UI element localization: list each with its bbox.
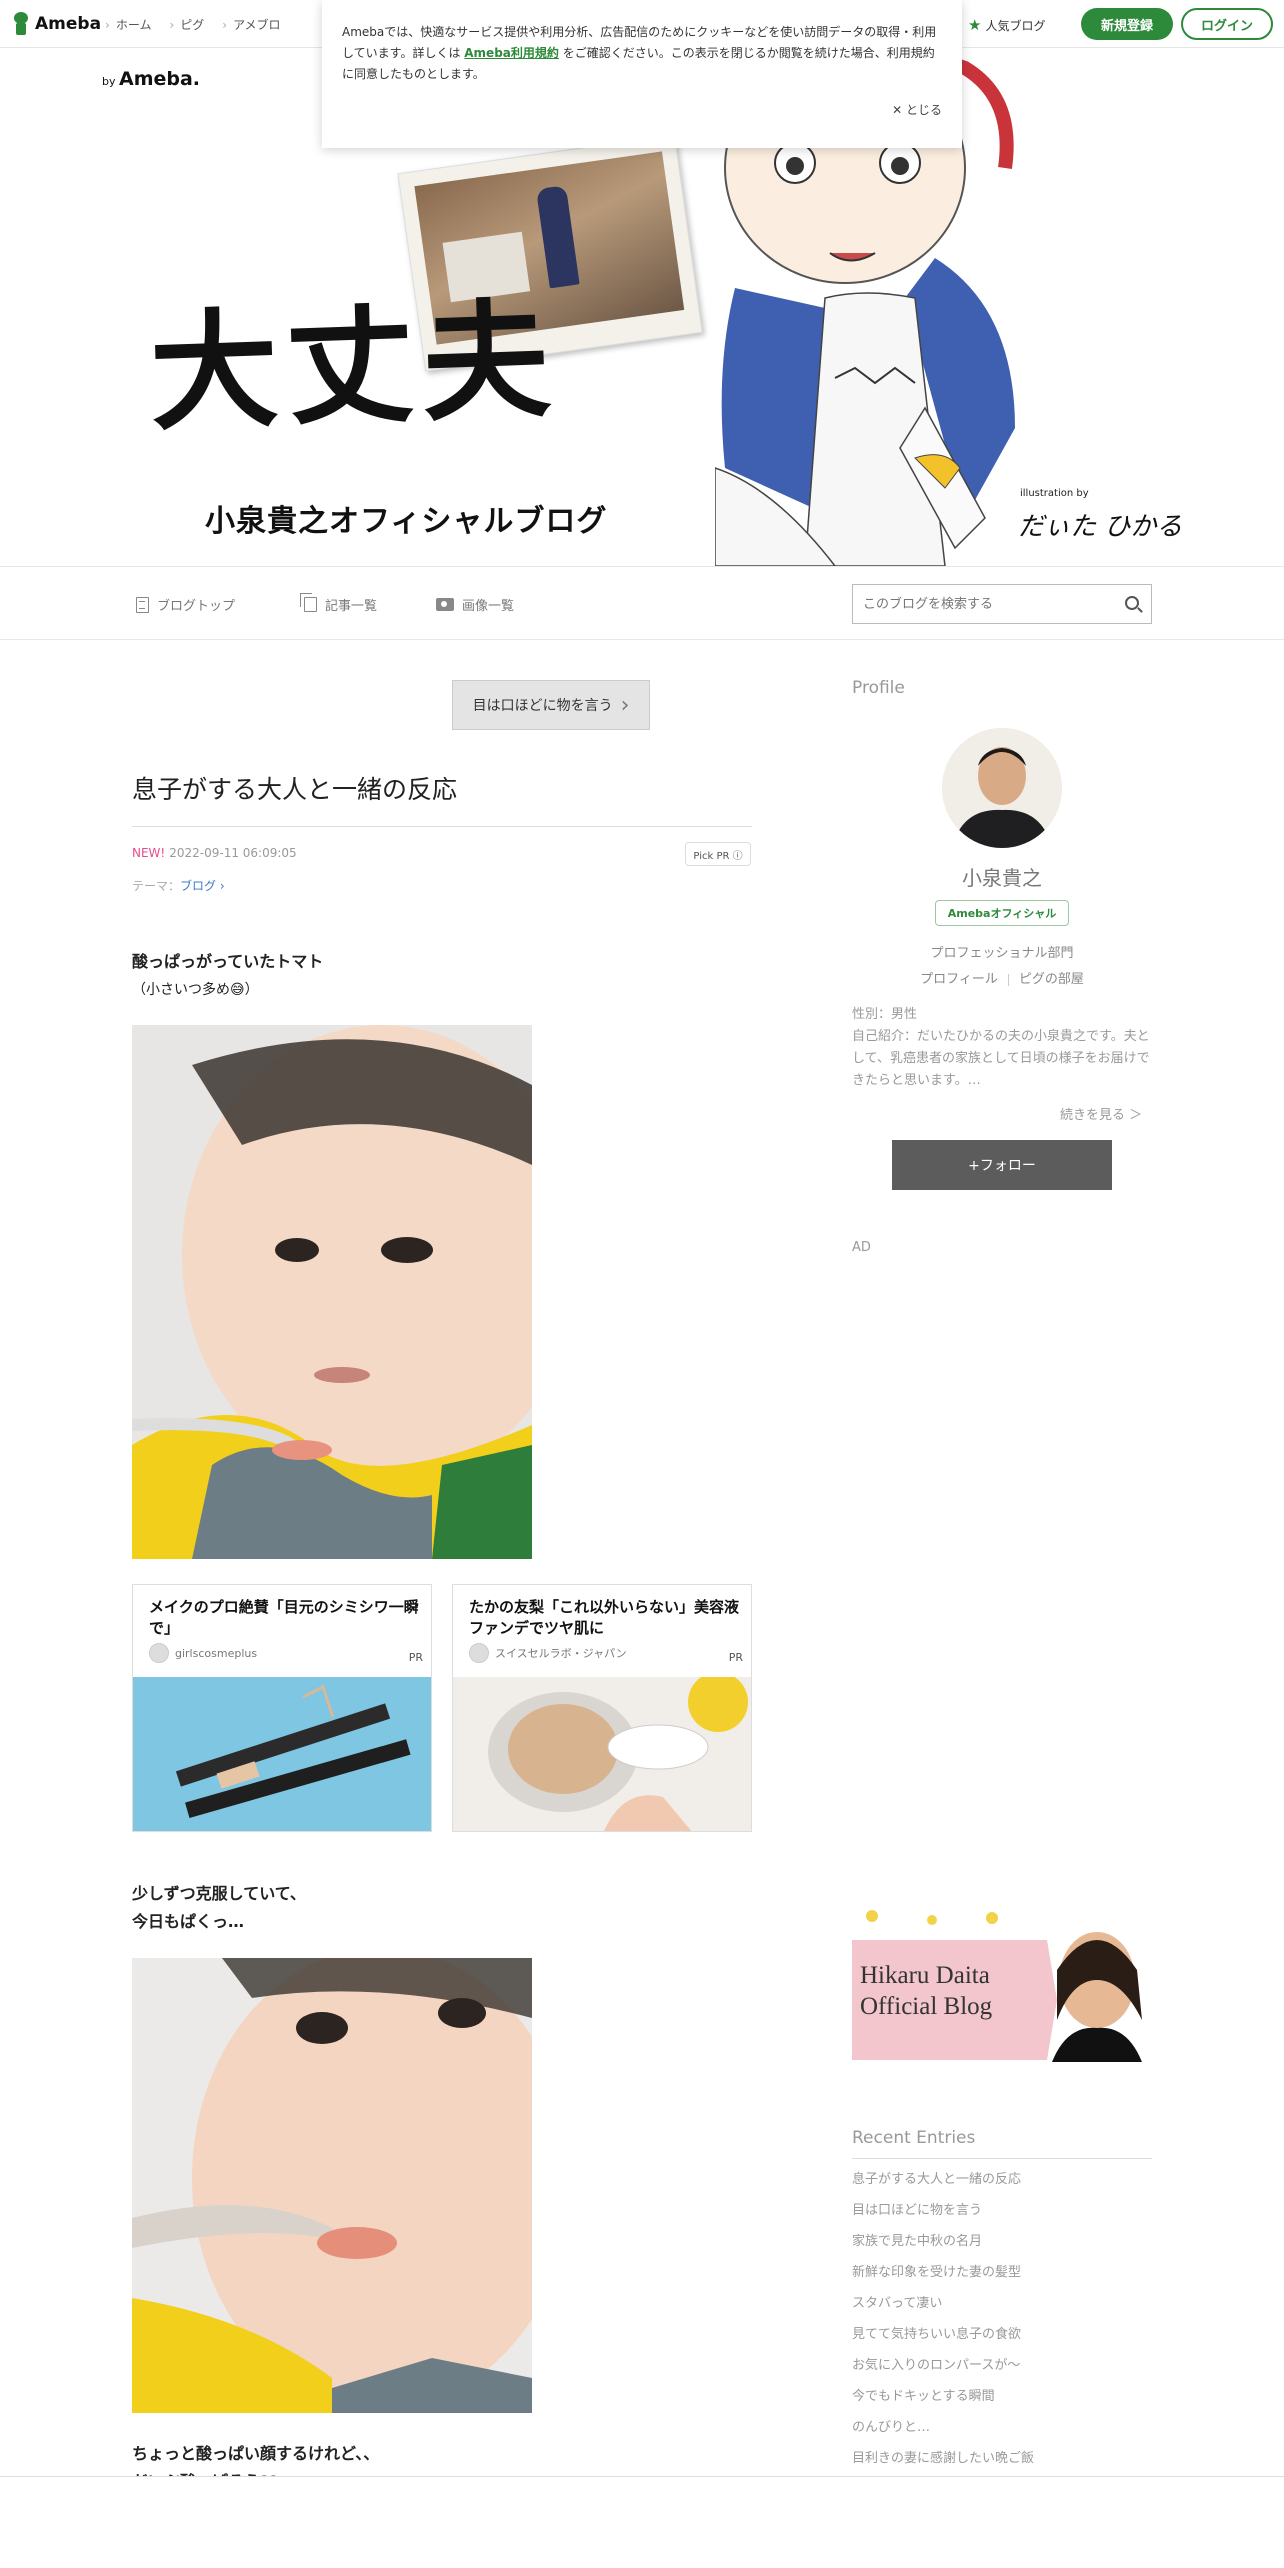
ad-card-2[interactable]: たかの友梨「これ以外いらない」美容液ファンデでツヤ肌に スイスセルラボ・ジャパン… [452,1584,752,1832]
hikaru-daita-blog-banner[interactable]: Hikaru Daita Official Blog [852,1910,1152,2062]
recent-entry-link[interactable]: お気に入りのロンパースが〜 [852,2354,1152,2385]
camera-icon [436,598,454,611]
illustrator-signature: だぃた ひかる [1018,512,1183,542]
follow-button[interactable]: +フォロー [892,1140,1112,1190]
ad-title: メイクのプロ絶賛「目元のシミシワ一瞬で」 [149,1598,419,1637]
read-more-link[interactable]: 続きを見る ＞ [1060,1104,1142,1123]
nav-entry-list[interactable]: 記事一覧 [300,593,377,614]
recent-entry-link[interactable]: 今でもドキッとする瞬間 [852,2385,1152,2416]
recent-entries-heading: Recent Entries [852,2128,976,2148]
nav-image-list[interactable]: 画像一覧 [436,595,514,614]
entry-meta: NEW! 2022-09-11 06:09:05 [132,846,297,860]
official-badge: Amebaオフィシャル [935,900,1069,926]
profile-gender: 性別：男性 [852,1007,918,1022]
ameba-logo[interactable]: Ameba [12,12,101,36]
pr-label: PR [728,1651,743,1664]
search-icon[interactable] [1125,596,1139,610]
ad-image [133,1677,431,1831]
ad-title: たかの友梨「これ以外いらない」美容液ファンデでツヤ肌に [469,1598,740,1637]
blog-search [852,584,1152,624]
nav-home[interactable]: ホーム [105,16,152,33]
nav-blog-top[interactable]: ブログトップ [136,595,235,614]
pick-pr-button[interactable]: Pick PR ⓘ [685,842,751,866]
recent-entry-link[interactable]: のんびりと… [852,2416,1152,2447]
terms-link[interactable]: Ameba利用規約 [464,46,559,60]
blog-search-input[interactable] [853,585,1103,623]
document-icon [136,596,149,613]
previous-entry-button[interactable]: 目は口ほどに物を言う › [452,680,650,730]
nav-pigg[interactable]: ピグ [169,16,204,33]
login-button[interactable]: ログイン [1181,8,1273,40]
close-label: とじる [905,103,942,117]
recent-entry-link[interactable]: 目利きの妻に感謝したい晩ご飯 [852,2447,1152,2478]
ameba-logo-text: Ameba [35,14,102,34]
popular-blog-label: 人気ブログ [985,18,1046,33]
ad-source: スイスセルラボ・ジャパン [469,1643,627,1663]
ad-card-1[interactable]: メイクのプロ絶賛「目元のシミシワ一瞬で」 girlscosmeplus PR [132,1584,432,1832]
theme-link[interactable]: ブログ › [180,879,225,893]
divider [852,2158,1152,2159]
entry-photo-2[interactable] [132,1958,532,2413]
profile-detail: 性別：男性 自己紹介：だいたひかるの夫の小泉貴之です。夫として、乳癌患者の家族と… [852,1004,1152,1092]
cookie-close-button[interactable]: ✕ とじる [892,100,942,121]
chevron-right-icon: › [620,692,630,718]
ad-image [453,1677,751,1831]
banner-line-1: Hikaru Daita [860,1962,990,1989]
recent-entry-link[interactable]: 息子がする大人と一緒の反応 [852,2168,1152,2199]
bottom-bar [0,2476,1284,2568]
recent-entry-link[interactable]: 目は口ほどに物を言う [852,2199,1152,2230]
pr-label: PR [408,1651,423,1664]
cookie-consent-popup: Amebaでは、快適なサービス提供や利用分析、広告配信のためにクッキーなどを使い… [322,0,962,148]
banner-line-2: Official Blog [860,1993,993,2020]
recent-entry-link[interactable]: 見てて気持ちいい息子の食欲 [852,2323,1152,2354]
recent-entry-link[interactable]: スタバって凄い [852,2292,1152,2323]
recent-entry-link[interactable]: 新鮮な印象を受けた妻の髪型 [852,2261,1152,2292]
illustration-credit: illustration by [1020,488,1089,499]
entry-photo-1[interactable] [132,1025,532,1559]
ad-label: AD [852,1240,871,1255]
ameba-logo-icon [12,12,30,36]
popular-blog-link[interactable]: ★ 人気ブログ [968,16,1045,34]
entry-date: 2022-09-11 06:09:05 [169,846,297,860]
pigg-room-link[interactable]: ピグの部屋 [1019,972,1084,987]
nav-ameblo[interactable]: アメブロ [222,16,280,33]
star-icon: ★ [968,16,982,34]
ad-source: girlscosmeplus [149,1643,257,1663]
profile-heading: Profile [852,678,905,698]
global-nav: ホーム ピグ アメブロ [105,16,281,33]
register-button[interactable]: 新規登録 [1081,8,1173,40]
blog-nav: ブログトップ 記事一覧 画像一覧 [0,566,1284,640]
blog-subtitle: 小泉貴之オフィシャルブログ [205,504,608,539]
profile-avatar[interactable] [942,728,1062,848]
advertiser-avatar [469,1643,489,1663]
profile-name[interactable]: 小泉貴之 [852,862,1152,891]
advertiser-avatar [149,1643,169,1663]
profile-link[interactable]: プロフィール [920,972,998,987]
profile-links: プロフィール ピグの部屋 [852,968,1152,987]
entry-theme: テーマ：ブログ › [132,879,225,893]
by-ameba-logo: by Ameba. [102,68,201,90]
entry-title[interactable]: 息子がする大人と一緒の反応 [132,770,752,827]
blog-title: 大丈夫 [147,284,561,450]
entry-paragraph-2: 少しずつ克服していて、 今日もぱくっ… [132,1884,306,1931]
entry-paragraph-1: 酸っぱっがっていたトマト （小さいつ多め😅） [132,952,324,998]
profile-intro: 自己紹介：だいたひかるの夫の小泉貴之です。夫として、乳癌患者の家族として日頃の様… [852,1029,1150,1088]
recent-entries-list: 息子がする大人と一緒の反応 目は口ほどに物を言う 家族で見た中秋の名月 新鮮な印… [852,2168,1152,2478]
new-badge: NEW! [132,846,166,860]
recent-entry-link[interactable]: 家族で見た中秋の名月 [852,2230,1152,2261]
copy-icon [300,593,317,612]
close-icon: ✕ [892,103,906,117]
profile-division: プロフェッショナル部門 [930,946,1074,961]
